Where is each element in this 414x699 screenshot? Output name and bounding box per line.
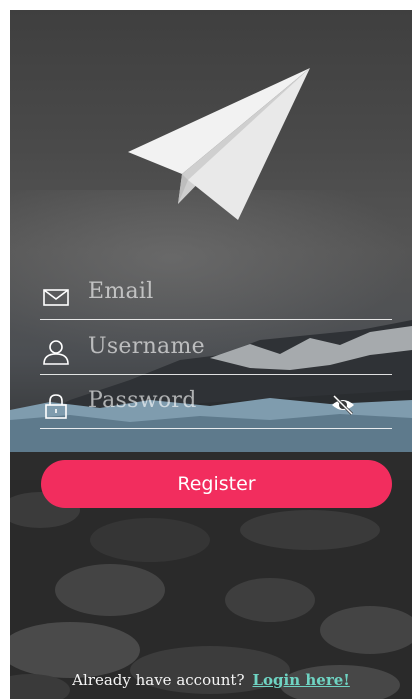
username-placeholder: Username — [88, 334, 205, 359]
password-placeholder: Password — [88, 388, 197, 413]
lock-icon — [45, 394, 67, 419]
register-screen: Email Username Password Register Already… — [10, 10, 412, 699]
password-field[interactable]: Password — [40, 382, 392, 429]
email-field[interactable]: Email — [40, 273, 392, 320]
paper-plane-icon — [128, 68, 310, 220]
register-button[interactable]: Register — [41, 460, 392, 508]
username-field[interactable]: Username — [40, 328, 392, 375]
footer-prompt: Already have account? — [72, 671, 245, 689]
background-rocks — [10, 480, 412, 699]
envelope-icon — [43, 289, 69, 306]
footer: Already have account? Login here! — [10, 671, 412, 689]
login-link[interactable]: Login here! — [253, 671, 350, 689]
email-placeholder: Email — [88, 279, 154, 304]
user-icon — [43, 340, 69, 365]
eye-slash-icon[interactable] — [330, 394, 356, 416]
